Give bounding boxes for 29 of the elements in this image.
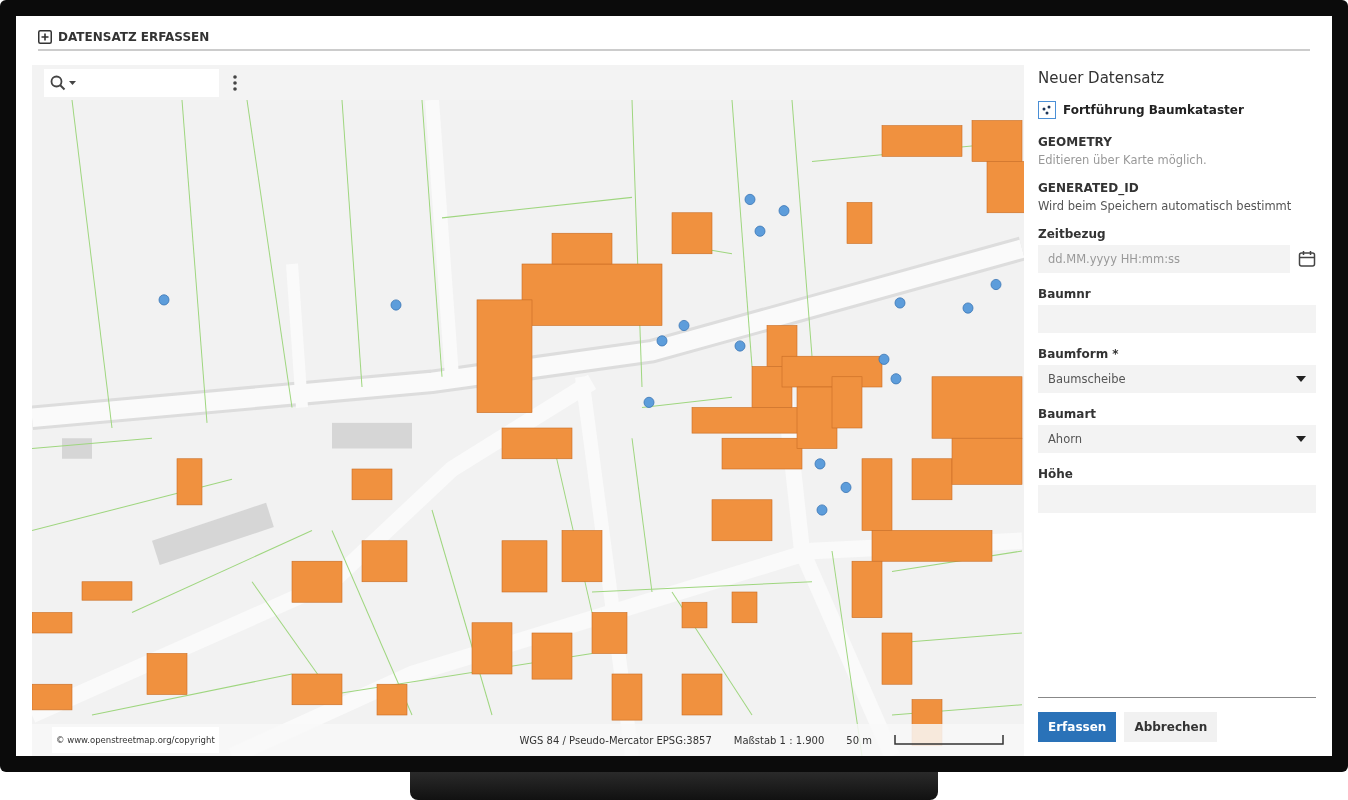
layer-name: Fortführung Baumkataster	[1063, 103, 1244, 117]
scale-label: Maßstab 1 : 1.900	[733, 734, 825, 746]
projection-label: WGS 84 / Pseudo-Mercator EPSG:3857	[519, 734, 712, 746]
field-label: Baumform *	[1038, 347, 1120, 361]
cancel-button[interactable]: Abbrechen	[1124, 712, 1218, 742]
field-info-text: Editieren über Karte möglich.	[1038, 153, 1208, 167]
scale-bar-label: 50 m	[846, 734, 872, 746]
add-icon	[38, 29, 52, 44]
date-time-field[interactable]: dd.MM.yyyy HH:mm:ss	[1038, 245, 1290, 273]
submit-button[interactable]: Erfassen	[1038, 712, 1117, 742]
point-layer-icon	[1038, 101, 1056, 119]
field-label: GEOMETRY	[1038, 135, 1113, 149]
caret-icon	[1296, 376, 1306, 382]
panel-title: Neuer Datensatz	[1038, 69, 1166, 87]
page-title: DATENSATZ ERFASSEN	[58, 29, 210, 44]
caret-icon	[1296, 436, 1306, 442]
search-field[interactable]	[44, 68, 219, 97]
calendar-icon[interactable]	[1298, 250, 1316, 268]
search-icon	[50, 74, 78, 91]
more-options-icon[interactable]	[233, 74, 237, 91]
dropdown-field[interactable]: Baumscheibe	[1038, 365, 1316, 393]
field-label: GENERATED_ID	[1038, 181, 1140, 195]
field-label: Höhe	[1038, 467, 1074, 481]
field-label: Baumart	[1038, 407, 1098, 421]
field-label: Zeitbezug	[1038, 227, 1107, 241]
field-label: Baumnr	[1038, 287, 1092, 301]
map-attribution[interactable]: © www.openstreetmap.org/copyright	[52, 727, 219, 753]
dropdown-field[interactable]: Ahorn	[1038, 425, 1316, 453]
field-info-text: Wird beim Speichern automatisch bestimmt	[1038, 199, 1293, 213]
